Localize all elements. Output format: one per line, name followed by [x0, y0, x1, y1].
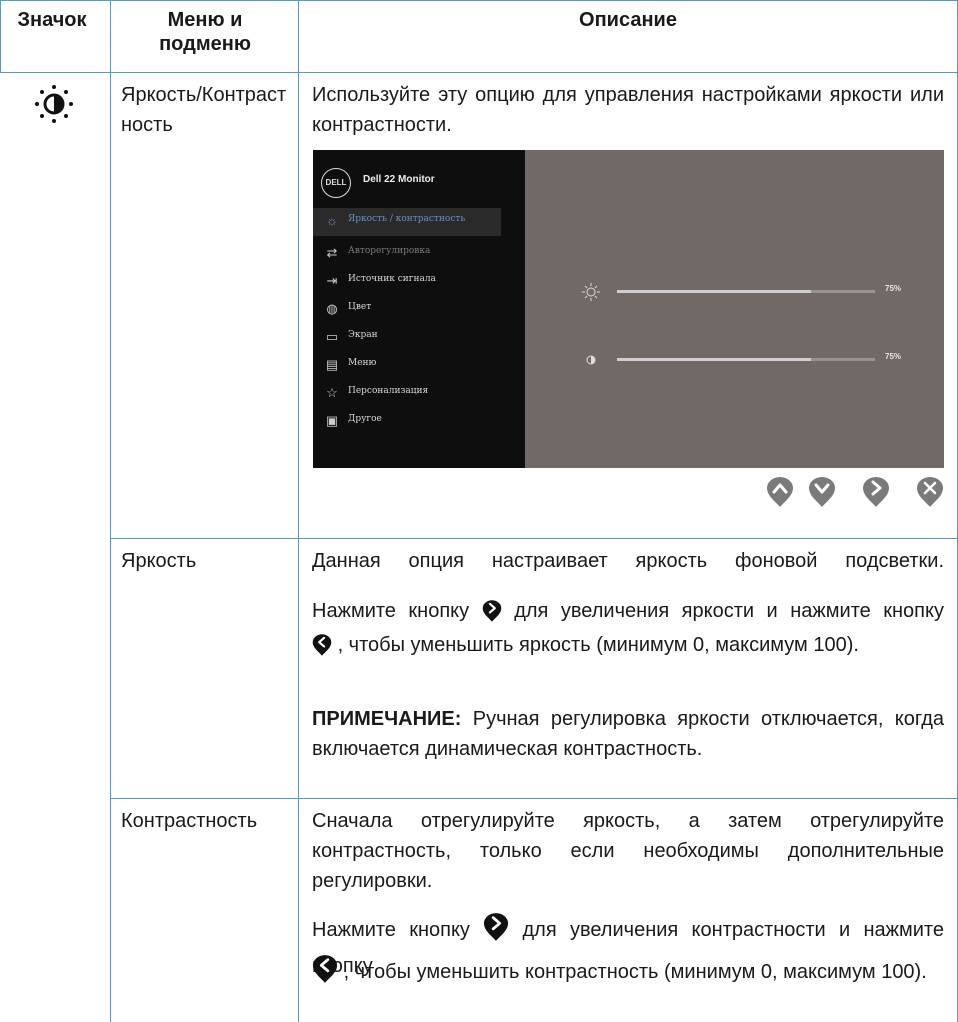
display-icon: ▭ [325, 329, 339, 344]
auto-adjust-icon: ⇄ [326, 245, 338, 260]
right-button-icon [482, 599, 502, 632]
osd-title: Dell 22 Monitor [363, 174, 435, 185]
row-divider [110, 798, 958, 799]
up-button-icon [766, 476, 794, 508]
table-border-left [0, 0, 1, 72]
star-icon: ☆ [326, 385, 338, 400]
contrast-fill [617, 358, 811, 361]
osd-item-auto-adjust[interactable]: ⇄ Авторегулировка [313, 240, 525, 268]
contrast-slider[interactable]: 75% [581, 350, 921, 370]
description-brightness-contrast: Используйте эту опцию для управления нас… [312, 84, 944, 136]
brightness-fill [617, 290, 811, 293]
brightness-slider[interactable]: 75% [581, 282, 921, 302]
input-source-icon: ⇥ [326, 273, 338, 288]
row-divider [110, 538, 958, 539]
document-page: Значок Меню и подменю Описание Яркость/К… [0, 0, 958, 1022]
menu-brightness-contrast: Яркость/Контрастность [121, 84, 287, 136]
instruction-text: для увеличения яркости и нажмите кнопку [514, 600, 944, 622]
contrast-instructions-cont: , чтобы уменьшить контрастность (минимум… [312, 954, 944, 993]
brightness-note: ПРИМЕЧАНИЕ: Ручная регулировка яркости о… [312, 704, 944, 764]
table-border-top [0, 0, 958, 1]
menu-contrast: Контрастность [121, 810, 258, 832]
osd-item-input-source[interactable]: ⇥ Источник сигнала [313, 268, 525, 296]
note-label: ПРИМЕЧАНИЕ: [312, 708, 462, 730]
osd-screenshot: DELL Dell 22 Monitor ☼ Яркость / контрас… [313, 150, 944, 468]
exit-button-icon [916, 476, 944, 508]
brightness-intro: Данная опция настраивает яркость фоновой… [312, 550, 944, 572]
osd-item-label: Авторегулировка [348, 246, 431, 256]
osd-item-others[interactable]: ▣ Другое [313, 408, 525, 436]
contrast-icon [581, 350, 601, 370]
brightness-instructions: Нажмите кнопку для увеличения яркости и … [312, 596, 944, 632]
brightness-contrast-icon [34, 84, 74, 124]
osd-item-label: Экран [348, 330, 378, 340]
osd-menu-panel: DELL Dell 22 Monitor ☼ Яркость / контрас… [313, 150, 525, 468]
osd-item-personalize[interactable]: ☆ Персонализация [313, 380, 525, 408]
sun-icon [581, 282, 601, 302]
osd-item-label: Источник сигнала [348, 274, 436, 284]
osd-item-color[interactable]: ◍ Цвет [313, 296, 525, 324]
instruction-text: , чтобы уменьшить яркость (минимум 0, ма… [337, 634, 859, 656]
osd-item-label: Яркость / контрастность [348, 214, 466, 224]
header-divider [0, 72, 958, 73]
contrast-value: 75% [885, 352, 902, 361]
osd-item-label: Меню [348, 358, 377, 368]
down-button-icon [808, 476, 836, 508]
header-icon-column: Значок [17, 9, 87, 31]
osd-item-menu[interactable]: ▤ Меню [313, 352, 525, 380]
osd-item-label: Другое [348, 414, 382, 424]
contrast-intro: Сначала отрегулируйте яркость, а затем о… [312, 810, 944, 892]
left-button-icon [312, 954, 338, 993]
dell-logo: DELL [321, 168, 351, 198]
right-button-icon [862, 476, 890, 508]
column-divider [298, 0, 299, 1022]
osd-item-brightness-contrast[interactable]: ☼ Яркость / контрастность [313, 208, 501, 236]
brightness-value: 75% [885, 284, 902, 293]
menu-brightness: Яркость [121, 550, 197, 572]
instruction-text: Нажмите кнопку [312, 919, 470, 941]
header-menu-column: Меню и подменю [159, 9, 251, 55]
color-icon: ◍ [326, 301, 338, 316]
instruction-text: Нажмите кнопку [312, 600, 470, 622]
left-button-icon [312, 633, 332, 666]
others-icon: ▣ [325, 413, 339, 428]
osd-item-label: Персонализация [348, 386, 429, 396]
brightness-instructions-cont: , чтобы уменьшить яркость (минимум 0, ма… [312, 630, 944, 666]
osd-item-label: Цвет [348, 302, 372, 312]
osd-item-display[interactable]: ▭ Экран [313, 324, 525, 352]
instruction-text: , чтобы уменьшить контрастность (минимум… [343, 961, 927, 983]
menu-icon: ▤ [325, 357, 339, 372]
right-button-icon [483, 912, 509, 951]
brightness-icon: ☼ [326, 213, 338, 228]
header-description-column: Описание [579, 9, 677, 31]
column-divider [110, 0, 111, 1022]
